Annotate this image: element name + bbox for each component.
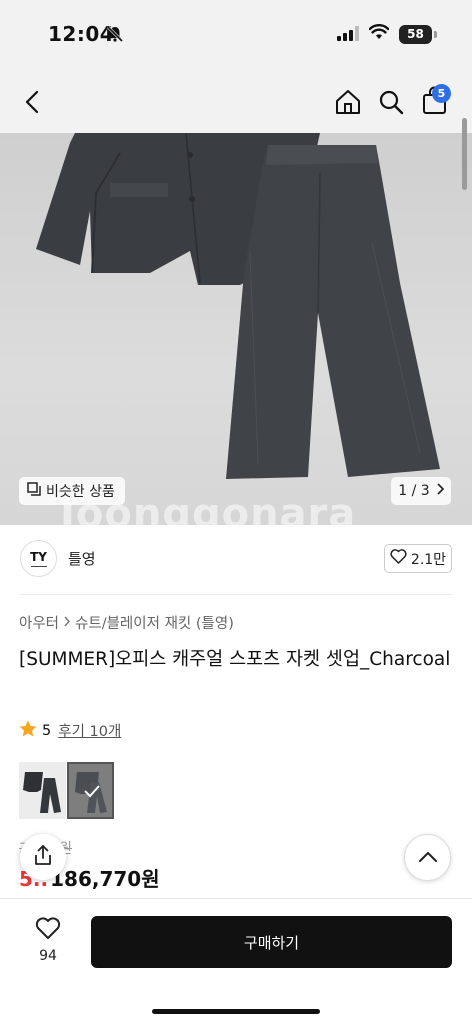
option-thumbnail-image bbox=[23, 772, 61, 813]
product-title: [SUMMER]오피스 캐주얼 스포츠 자켓 셋업_Charcoal bbox=[19, 649, 451, 670]
status-time: 12:04 bbox=[48, 22, 115, 46]
battery-tip bbox=[434, 31, 437, 38]
home-indicator[interactable] bbox=[152, 1009, 320, 1014]
heart-icon bbox=[390, 549, 407, 568]
rating-value: 5 bbox=[42, 722, 52, 739]
similar-items-label: 비슷한 상품 bbox=[46, 484, 115, 500]
page-indicator-text: 1 / 3 bbox=[398, 483, 430, 499]
product-image-carousel[interactable]: Joonggonara 비슷한 상품 1 / 3 bbox=[0, 133, 472, 525]
similar-items-button[interactable]: 비슷한 상품 bbox=[19, 477, 125, 505]
option-thumbnail[interactable] bbox=[19, 762, 66, 819]
bottom-action-bar: 94 구매하기 bbox=[0, 898, 472, 1024]
buy-button[interactable]: 구매하기 bbox=[91, 916, 452, 968]
image-page-indicator[interactable]: 1 / 3 bbox=[391, 477, 451, 505]
wish-count: 94 bbox=[39, 948, 57, 964]
scrollbar[interactable] bbox=[462, 118, 467, 190]
option-thumbnail-image bbox=[75, 772, 107, 813]
cart-count-badge: 5 bbox=[432, 84, 451, 103]
wifi-icon bbox=[368, 24, 390, 44]
review-link[interactable]: 후기 10개 bbox=[58, 720, 121, 741]
breadcrumb-item[interactable]: 아우터 bbox=[19, 612, 59, 633]
chevron-right-icon bbox=[436, 483, 444, 499]
signal-icon bbox=[337, 26, 359, 45]
chevron-up-icon bbox=[418, 848, 438, 867]
status-bar: 12:04 58 bbox=[0, 0, 472, 70]
shop-like-count: 2.1만 bbox=[410, 551, 447, 568]
bell-slash-icon bbox=[106, 25, 124, 47]
breadcrumb: 아우터 슈트/블레이저 재킷 (틀영) bbox=[19, 612, 234, 633]
copy-icon bbox=[27, 482, 41, 500]
battery-icon: 58 bbox=[399, 25, 432, 44]
shop-logo-text: TY bbox=[30, 550, 47, 564]
share-button[interactable] bbox=[20, 834, 66, 880]
scroll-to-top-button[interactable] bbox=[404, 834, 451, 881]
shop-name[interactable]: 틀영 bbox=[68, 548, 96, 569]
shop-avatar[interactable]: TY bbox=[20, 540, 57, 577]
rating-row: 5 후기 10개 bbox=[19, 720, 121, 741]
heart-icon bbox=[35, 917, 61, 944]
sale-price: 186,770원 bbox=[50, 867, 160, 891]
star-icon bbox=[19, 720, 37, 741]
top-nav: 5 bbox=[0, 70, 472, 133]
shop-logo-underline bbox=[30, 566, 47, 567]
share-icon bbox=[33, 844, 53, 870]
home-icon[interactable] bbox=[334, 88, 362, 120]
breadcrumb-item[interactable]: 슈트/블레이저 재킷 (틀영) bbox=[75, 612, 234, 633]
back-icon[interactable] bbox=[22, 89, 44, 119]
shop-like-button[interactable]: 2.1만 bbox=[384, 544, 452, 573]
product-photo bbox=[36, 133, 440, 479]
search-icon[interactable] bbox=[377, 88, 405, 120]
option-thumbnail-selected[interactable] bbox=[67, 762, 114, 819]
chevron-right-icon bbox=[63, 615, 71, 631]
wish-button[interactable]: 94 bbox=[26, 917, 70, 964]
divider bbox=[20, 594, 452, 595]
